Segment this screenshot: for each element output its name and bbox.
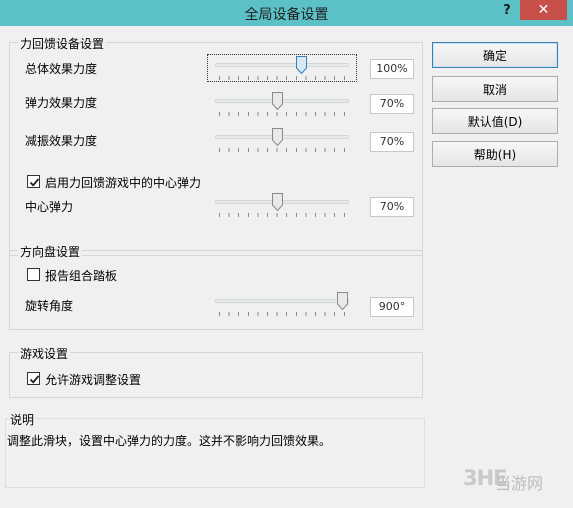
- spring-strength-label: 弹力效果力度: [25, 96, 98, 110]
- description-group-title: 说明: [8, 411, 37, 428]
- rotation-angle-value: 900°: [370, 297, 414, 317]
- spring-strength-value: 70%: [370, 94, 414, 114]
- dialog-body: 力回馈设备设置 总体效果力度 100% 弹力效果力度 70% 减振效果力度 70…: [1, 26, 572, 508]
- window-title: 全局设备设置: [244, 7, 329, 23]
- overall-strength-label: 总体效果力度: [25, 62, 98, 76]
- close-icon[interactable]: ✕: [520, 0, 567, 20]
- combined-pedals-checkbox[interactable]: [27, 268, 40, 281]
- overall-strength-track[interactable]: [215, 63, 349, 67]
- rotation-angle-slider[interactable]: [337, 292, 348, 310]
- help-icon[interactable]: ?: [494, 0, 520, 20]
- damper-strength-value: 70%: [370, 132, 414, 152]
- force-feedback-group-title: 力回馈设备设置: [18, 35, 107, 52]
- allow-game-adjust-checkbox[interactable]: [27, 372, 40, 385]
- title-bar[interactable]: 全局设备设置 ? ✕: [0, 0, 573, 26]
- description-text: 调整此滑块，设置中心弹力的力度。这并不影响力回馈效果。: [7, 434, 332, 448]
- overall-strength-ticks: [219, 76, 349, 80]
- damper-strength-ticks: [219, 148, 349, 152]
- damper-strength-slider[interactable]: [272, 128, 283, 146]
- combined-pedals-checkbox-label[interactable]: 报告组合踏板: [45, 267, 117, 284]
- wheel-settings-group-title: 方向盘设置: [18, 243, 83, 260]
- center-spring-checkbox[interactable]: [27, 175, 40, 188]
- center-spring-slider[interactable]: [272, 193, 283, 211]
- watermark: 3HE 当游网: [463, 462, 559, 496]
- damper-strength-label: 减振效果力度: [25, 134, 98, 148]
- overall-strength-slider[interactable]: [296, 56, 307, 74]
- wheel-settings-group: 方向盘设置: [9, 243, 423, 330]
- spring-strength-slider[interactable]: [272, 92, 283, 110]
- rotation-angle-label: 旋转角度: [25, 299, 74, 313]
- center-spring-label: 中心弹力: [25, 200, 74, 214]
- rotation-angle-ticks: [219, 312, 349, 316]
- spring-strength-ticks: [219, 112, 349, 116]
- description-group: 说明: [5, 411, 425, 488]
- ok-button[interactable]: 确定: [432, 42, 558, 68]
- center-spring-value: 70%: [370, 197, 414, 217]
- defaults-button[interactable]: 默认值(D): [432, 108, 558, 134]
- rotation-angle-track[interactable]: [215, 299, 349, 303]
- overall-strength-value: 100%: [370, 59, 414, 79]
- allow-game-adjust-checkbox-label[interactable]: 允许游戏调整设置: [45, 371, 141, 388]
- center-spring-ticks: [219, 213, 349, 217]
- game-settings-group-title: 游戏设置: [18, 345, 71, 362]
- help-button[interactable]: 帮助(H): [432, 141, 558, 167]
- cancel-button[interactable]: 取消: [432, 76, 558, 102]
- center-spring-checkbox-label[interactable]: 启用力回馈游戏中的中心弹力: [45, 174, 201, 191]
- watermark-text: 当游网: [495, 474, 544, 493]
